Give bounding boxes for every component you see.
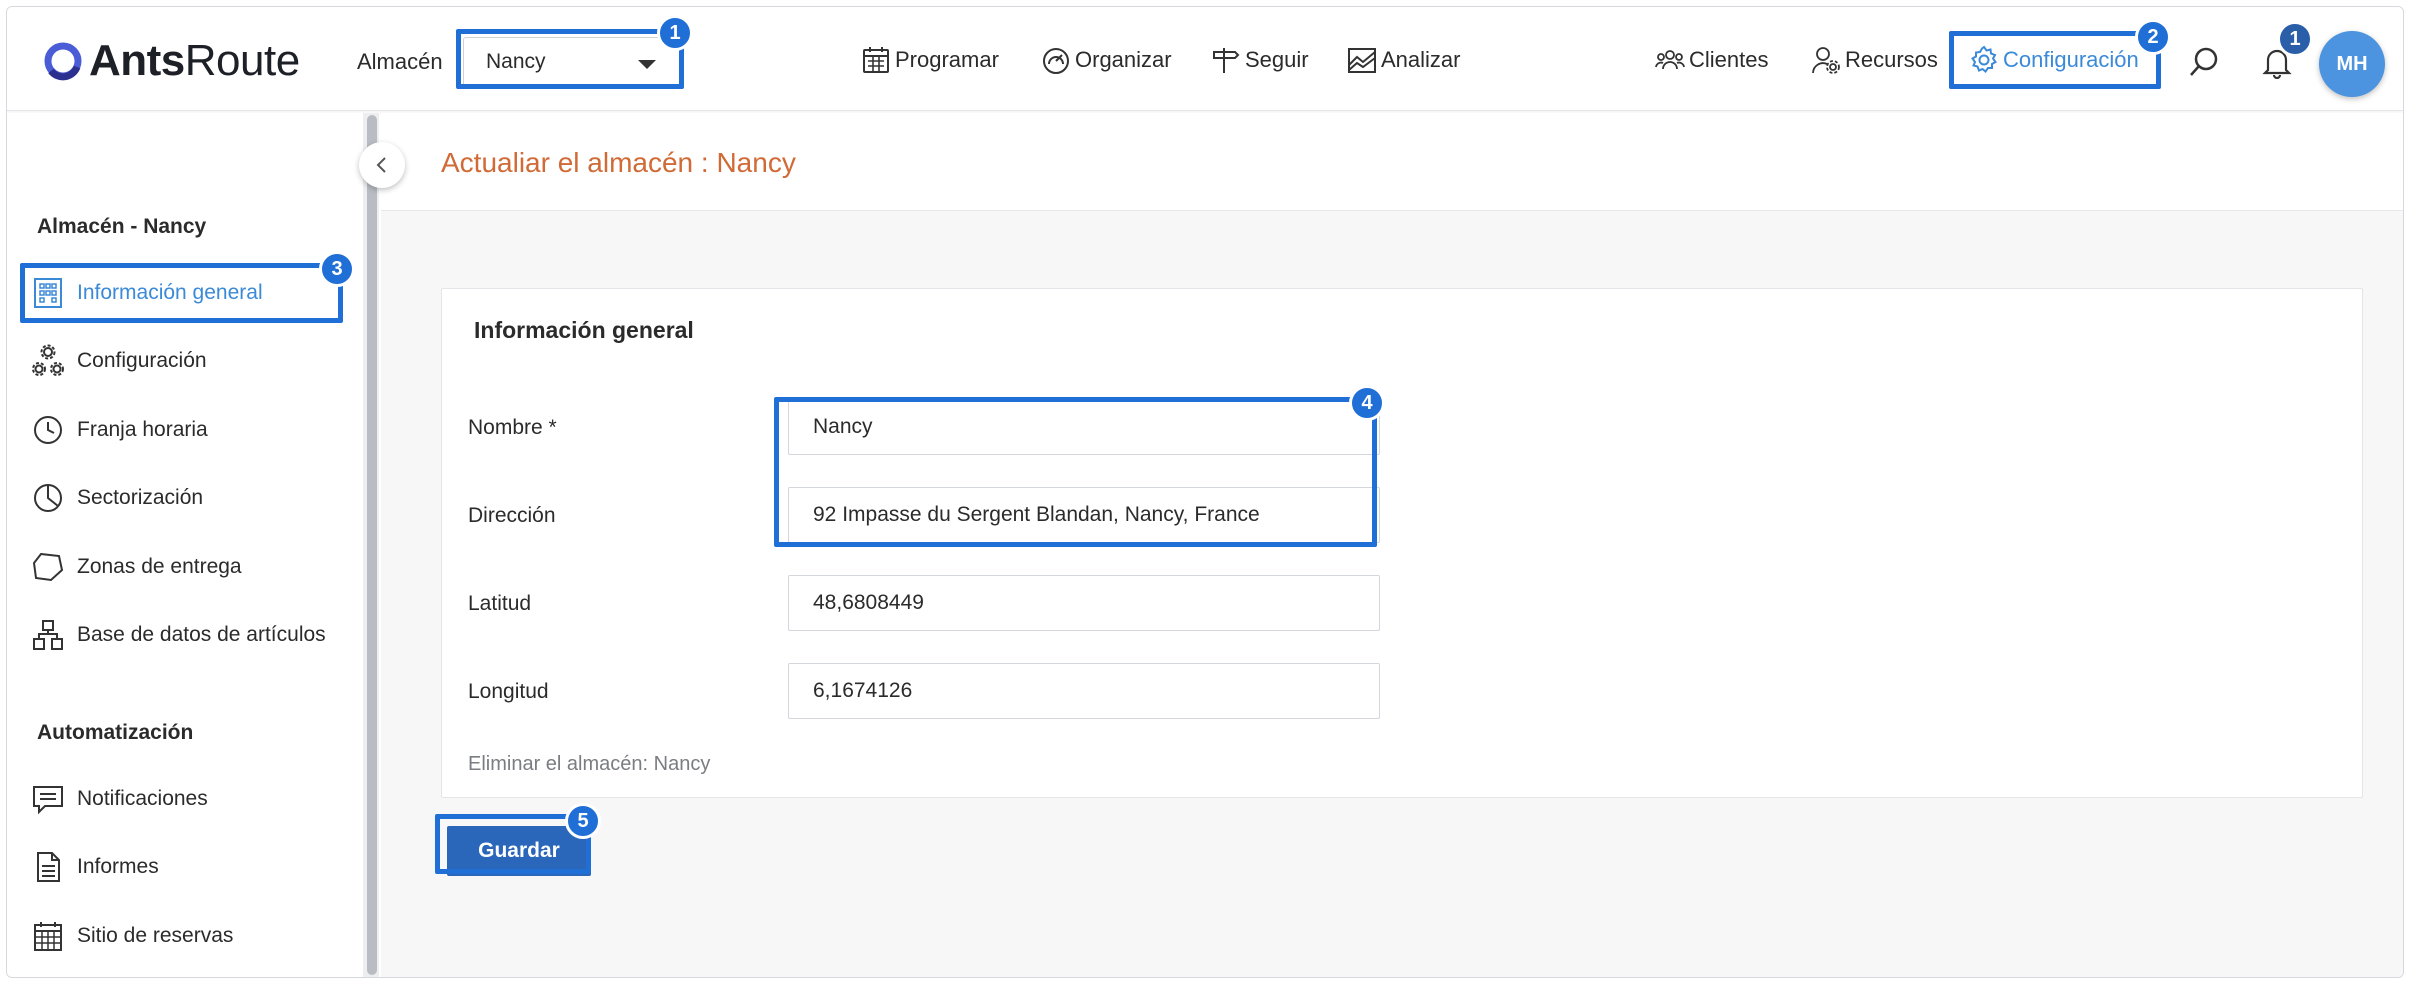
sidebar-item-notificaciones[interactable]: Notificaciones [31, 782, 208, 816]
nav-seguir[interactable]: Seguir [1211, 45, 1309, 75]
sidebar-item-informacion-general[interactable]: Información general [31, 276, 263, 310]
nav-analizar[interactable]: Analizar [1347, 45, 1460, 75]
brand-name: AntsRoute [89, 36, 300, 85]
warehouse-select[interactable]: Nancy [463, 37, 683, 87]
annotation-badge-4: 4 [1349, 385, 1385, 421]
gear-icon [1971, 45, 1997, 73]
nav-configuracion[interactable]: Configuración [1969, 45, 2139, 75]
latitude-input[interactable]: 48,6808449 [788, 575, 1380, 631]
sidebar: Almacén - Nancy Información general Conf… [7, 113, 363, 977]
building-icon [34, 278, 62, 308]
page-header: Actualiar el almacén : Nancy [381, 113, 2403, 211]
annotation-badge-2: 2 [2135, 19, 2171, 55]
top-bar: AntsRoute Almacén Nancy Programar Organi… [7, 7, 2403, 111]
address-input-value: 92 Impasse du Sergent Blandan, Nancy, Fr… [813, 503, 1260, 526]
speedometer-icon [1043, 48, 1069, 74]
sidebar-item-zonas-de-entrega[interactable]: Zonas de entrega [31, 550, 242, 584]
sidebar-item-label: Configuración [77, 349, 207, 372]
nav-clientes[interactable]: Clientes [1655, 45, 1768, 75]
longitude-input-value: 6,1674126 [813, 679, 913, 702]
app-window: AntsRoute Almacén Nancy Programar Organi… [6, 6, 2404, 978]
annotation-badge-3: 3 [319, 251, 355, 287]
document-icon [37, 852, 60, 882]
name-input[interactable]: Nancy [788, 399, 1380, 455]
sidebar-item-informes[interactable]: Informes [31, 850, 159, 884]
message-icon [33, 786, 63, 815]
sidebar-section-automatizacion: Automatización [37, 721, 194, 744]
sidebar-item-label: Zonas de entrega [77, 555, 242, 578]
search-icon [2190, 47, 2218, 76]
boxes-icon [33, 620, 63, 650]
nav-analizar-label: Analizar [1381, 47, 1461, 72]
name-label: Nombre * [468, 416, 557, 439]
nav-programar-label: Programar [895, 47, 999, 72]
sidebar-item-configuracion[interactable]: Configuración [31, 344, 207, 378]
calendar-grid-icon [34, 922, 62, 951]
user-gear-icon [1812, 47, 1840, 74]
latitude-label: Latitud [468, 592, 532, 615]
latitude-input-value: 48,6808449 [813, 591, 924, 614]
page-title: Actualiar el almacén : Nancy [441, 147, 796, 178]
sidebar-item-label: Sitio de reservas [77, 924, 234, 947]
nav-organizar-label: Organizar [1075, 47, 1172, 72]
sidebar-item-base-de-datos[interactable]: Base de datos de artículos [31, 618, 326, 652]
sidebar-scrollbar-thumb[interactable] [367, 115, 377, 975]
nav-organizar[interactable]: Organizar [1041, 45, 1172, 75]
sidebar-item-label: Información general [77, 281, 263, 304]
nav-seguir-label: Seguir [1245, 47, 1309, 72]
delete-warehouse-link[interactable]: Eliminar el almacén: Nancy [468, 753, 710, 776]
antsroute-logo-icon [44, 42, 82, 81]
main-content: Actualiar el almacén : Nancy Información… [381, 113, 2403, 977]
gears-icon [32, 344, 64, 376]
annotation-badge-1: 1 [657, 15, 693, 51]
sidebar-section-warehouse: Almacén - Nancy [37, 215, 207, 238]
notifications-count-badge: 1 [2277, 21, 2313, 57]
users-icon [1655, 50, 1685, 70]
nav-clientes-label: Clientes [1689, 47, 1769, 72]
sidebar-item-label: Franja horaria [77, 418, 208, 441]
sidebar-item-sitio-de-reservas[interactable]: Sitio de reservas [31, 919, 233, 953]
general-info-card: Información general Nombre * Nancy Direc… [441, 288, 2363, 798]
longitude-label: Longitud [468, 680, 549, 703]
clock-icon [34, 416, 62, 444]
sidebar-item-sectorizacion[interactable]: Sectorización [31, 481, 203, 515]
pie-chart-icon [34, 484, 62, 512]
antsroute-logo[interactable]: AntsRoute [43, 36, 300, 85]
sidebar-item-label: Sectorización [77, 486, 204, 509]
user-avatar[interactable]: MH [2319, 31, 2385, 97]
annotation-badge-5: 5 [565, 803, 601, 839]
chevron-left-icon [376, 157, 386, 173]
address-input[interactable]: 92 Impasse du Sergent Blandan, Nancy, Fr… [788, 487, 1380, 543]
warehouse-select-value: Nancy [486, 50, 546, 73]
search-button[interactable] [2187, 45, 2221, 84]
signpost-icon [1213, 48, 1240, 73]
calendar-icon [863, 47, 889, 73]
nav-recursos-label: Recursos [1845, 47, 1938, 72]
sidebar-item-label: Notificaciones [77, 787, 208, 810]
sidebar-item-label: Base de datos de artículos [77, 623, 326, 646]
nav-configuracion-label: Configuración [2003, 47, 2139, 72]
chevron-down-icon [638, 60, 656, 69]
longitude-input[interactable]: 6,1674126 [788, 663, 1380, 719]
warehouse-label: Almacén [357, 49, 443, 74]
polygon-icon [32, 552, 64, 582]
nav-recursos[interactable]: Recursos [1811, 45, 1938, 75]
card-title: Información general [474, 317, 694, 343]
sidebar-item-label: Informes [77, 855, 159, 878]
nav-programar[interactable]: Programar [861, 45, 999, 75]
address-label: Dirección [468, 504, 556, 527]
collapse-sidebar-button[interactable] [359, 142, 405, 188]
name-input-value: Nancy [813, 415, 873, 438]
area-chart-icon [1348, 48, 1376, 73]
sidebar-item-franja-horaria[interactable]: Franja horaria [31, 413, 208, 447]
